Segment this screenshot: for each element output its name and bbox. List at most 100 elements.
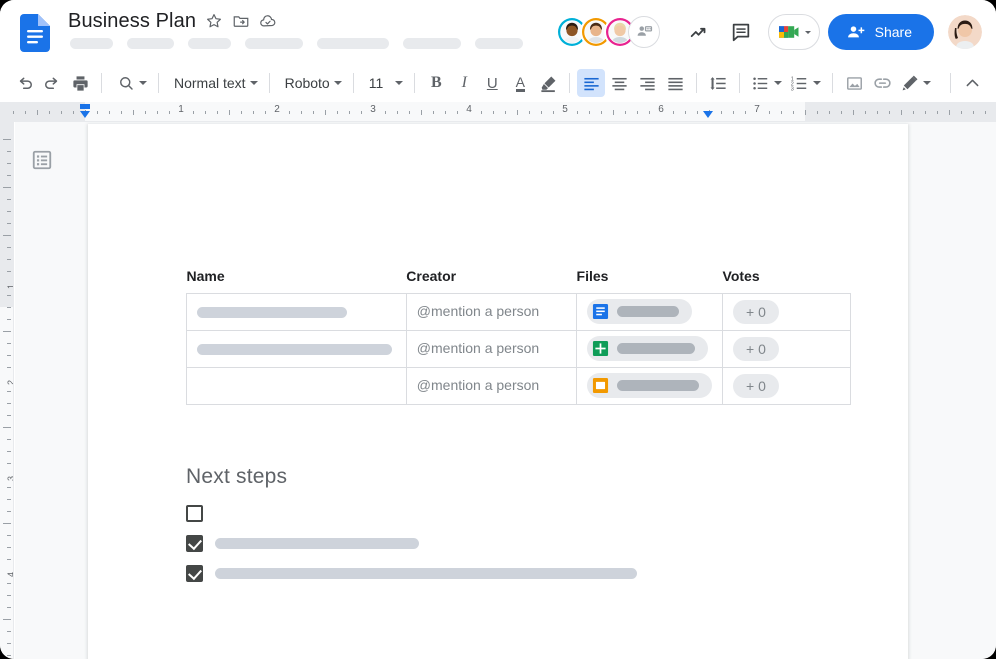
horizontal-ruler[interactable]: 1234567 bbox=[0, 102, 996, 122]
checkbox-unchecked[interactable] bbox=[186, 505, 203, 522]
cell-name[interactable] bbox=[187, 368, 407, 405]
cloud-saved-icon[interactable] bbox=[259, 12, 277, 30]
toolbar-divider bbox=[950, 73, 951, 93]
star-icon[interactable] bbox=[205, 12, 223, 30]
document-outline-icon[interactable] bbox=[26, 144, 58, 176]
page-title[interactable]: Business Plan bbox=[68, 10, 196, 33]
align-center-icon[interactable] bbox=[605, 69, 633, 97]
chevron-down-icon[interactable] bbox=[813, 81, 821, 85]
menu-placeholder-1[interactable] bbox=[70, 38, 113, 49]
right-indent-marker[interactable] bbox=[703, 111, 713, 118]
ruler-tick bbox=[649, 111, 650, 114]
checklist-item[interactable] bbox=[186, 535, 419, 552]
ruler-tick bbox=[769, 111, 770, 114]
cell-creator[interactable]: @mention a person bbox=[406, 331, 576, 368]
numbered-list-dropdown[interactable]: 1 2 3 bbox=[786, 69, 825, 97]
ruler-tick bbox=[61, 111, 62, 114]
cell-files[interactable] bbox=[577, 331, 723, 368]
docs-file-icon[interactable] bbox=[20, 14, 50, 52]
ruler-tick bbox=[133, 110, 134, 115]
cell-name[interactable] bbox=[187, 294, 407, 331]
vertical-ruler-tick bbox=[7, 247, 11, 248]
chevron-down-icon[interactable] bbox=[395, 81, 403, 85]
menu-placeholder-2[interactable] bbox=[127, 38, 174, 49]
google-meet-button[interactable] bbox=[768, 14, 820, 50]
chevron-down-icon[interactable] bbox=[805, 31, 811, 34]
text-color-button[interactable]: A bbox=[506, 69, 534, 97]
vertical-ruler-tick bbox=[3, 427, 11, 428]
bold-button[interactable]: B bbox=[422, 69, 450, 97]
chevron-down-icon[interactable] bbox=[923, 81, 931, 85]
vote-button[interactable]: + 0 bbox=[733, 337, 779, 361]
menu-placeholder-6[interactable] bbox=[403, 38, 461, 49]
vote-button[interactable]: + 0 bbox=[733, 374, 779, 398]
cell-files[interactable] bbox=[577, 368, 723, 405]
vertical-ruler[interactable]: 1234 bbox=[0, 122, 14, 659]
font-family-dropdown[interactable]: Roboto bbox=[277, 69, 346, 97]
menu-placeholder-3[interactable] bbox=[188, 38, 231, 49]
checklist-item[interactable] bbox=[186, 565, 637, 582]
vote-button[interactable]: + 0 bbox=[733, 300, 779, 324]
cell-name[interactable] bbox=[187, 331, 407, 368]
table-row[interactable]: @mention a person + 0 bbox=[187, 368, 851, 405]
activity-trend-icon[interactable] bbox=[681, 14, 717, 50]
move-to-folder-icon[interactable] bbox=[232, 12, 250, 30]
left-indent-marker[interactable] bbox=[80, 111, 90, 118]
chevron-down-icon[interactable] bbox=[250, 81, 258, 85]
table-row[interactable]: @mention a person + 0 bbox=[187, 294, 851, 331]
comment-history-icon[interactable] bbox=[723, 14, 759, 50]
cell-files[interactable] bbox=[577, 294, 723, 331]
collapse-toolbar-icon[interactable] bbox=[958, 69, 986, 97]
mention-placeholder[interactable]: @mention a person bbox=[417, 340, 539, 356]
ruler-tick bbox=[961, 111, 962, 114]
zoom-control[interactable] bbox=[109, 69, 151, 97]
italic-button[interactable]: I bbox=[450, 69, 478, 97]
menu-placeholder-5[interactable] bbox=[317, 38, 389, 49]
underline-label: U bbox=[487, 75, 498, 92]
file-chip[interactable] bbox=[587, 373, 712, 398]
cell-votes[interactable]: + 0 bbox=[723, 331, 851, 368]
ruler-tick bbox=[625, 111, 626, 114]
mention-placeholder[interactable]: @mention a person bbox=[417, 377, 539, 393]
chevron-down-icon[interactable] bbox=[334, 81, 342, 85]
file-chip[interactable] bbox=[587, 299, 692, 324]
redo-icon[interactable] bbox=[38, 69, 66, 97]
checkbox-checked[interactable] bbox=[186, 565, 203, 582]
edit-mode-dropdown[interactable] bbox=[896, 69, 935, 97]
cell-creator[interactable]: @mention a person bbox=[406, 368, 576, 405]
account-avatar[interactable] bbox=[948, 15, 982, 49]
insert-link-icon[interactable] bbox=[868, 69, 896, 97]
bulleted-list-dropdown[interactable] bbox=[747, 69, 786, 97]
cell-votes[interactable]: + 0 bbox=[723, 294, 851, 331]
mention-placeholder[interactable]: @mention a person bbox=[417, 303, 539, 319]
insert-image-icon[interactable] bbox=[840, 69, 868, 97]
chevron-down-icon[interactable] bbox=[774, 81, 782, 85]
print-icon[interactable] bbox=[66, 69, 94, 97]
document-page[interactable]: Name Creator Files Votes @mention a pers… bbox=[88, 124, 908, 659]
undo-icon[interactable] bbox=[10, 69, 38, 97]
align-right-icon[interactable] bbox=[633, 69, 661, 97]
present-to-meeting-icon[interactable] bbox=[628, 16, 660, 48]
paragraph-style-dropdown[interactable]: Normal text bbox=[166, 69, 262, 97]
highlight-pen-icon[interactable] bbox=[534, 69, 562, 97]
align-justify-icon[interactable] bbox=[661, 69, 689, 97]
ruler-tick bbox=[733, 111, 734, 114]
file-chip[interactable] bbox=[587, 336, 708, 361]
ruler-tick bbox=[193, 111, 194, 114]
menu-placeholder-4[interactable] bbox=[245, 38, 303, 49]
toolbar-divider bbox=[696, 73, 697, 93]
menu-placeholder-7[interactable] bbox=[475, 38, 523, 49]
cell-creator[interactable]: @mention a person bbox=[406, 294, 576, 331]
table-row[interactable]: @mention a person + 0 bbox=[187, 331, 851, 368]
checklist-item[interactable] bbox=[186, 505, 203, 522]
chevron-down-icon[interactable] bbox=[139, 81, 147, 85]
font-size-dropdown[interactable]: 11 bbox=[361, 69, 408, 97]
align-left-icon[interactable] bbox=[577, 69, 605, 97]
share-button[interactable]: Share bbox=[828, 14, 934, 50]
first-line-indent-marker[interactable] bbox=[80, 104, 90, 109]
cell-votes[interactable]: + 0 bbox=[723, 368, 851, 405]
checkbox-checked[interactable] bbox=[186, 535, 203, 552]
ruler-tick bbox=[37, 110, 38, 115]
underline-button[interactable]: U bbox=[478, 69, 506, 97]
line-spacing-icon[interactable] bbox=[704, 69, 732, 97]
